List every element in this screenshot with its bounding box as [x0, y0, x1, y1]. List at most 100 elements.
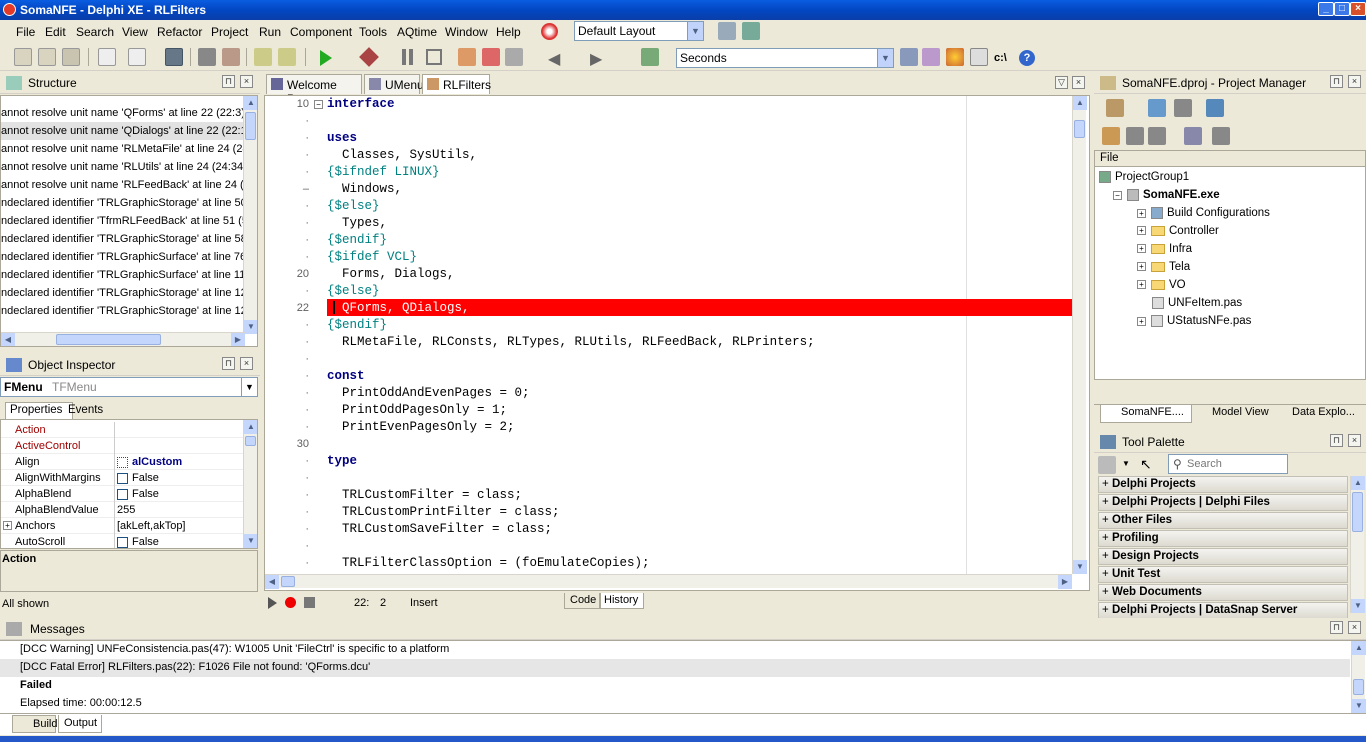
- set-debug-desktop-icon[interactable]: [742, 22, 760, 40]
- property-row[interactable]: AlphaBlend False: [1, 486, 245, 502]
- activate-icon[interactable]: [1106, 99, 1124, 117]
- property-value[interactable]: [akLeft,akTop]: [114, 518, 244, 534]
- code-line[interactable]: Classes, SysUtils,: [327, 147, 477, 164]
- structure-item[interactable]: annot resolve unit name 'RLMetaFile' at …: [1, 140, 245, 158]
- property-value[interactable]: [114, 438, 244, 454]
- project-tree-item[interactable]: ProjectGroup1: [1099, 171, 1189, 183]
- remove-icon[interactable]: [1174, 99, 1192, 117]
- new-icon[interactable]: [1148, 99, 1166, 117]
- structure-vscroll[interactable]: ▲ ▼: [243, 96, 257, 334]
- open-project-icon[interactable]: [128, 48, 146, 66]
- object-selector[interactable]: FMenu TFMenu ▼: [0, 377, 258, 397]
- palette-category[interactable]: Web Documents: [1098, 584, 1348, 601]
- menu-help[interactable]: Help: [496, 25, 521, 39]
- code-line[interactable]: TRLCustomSaveFilter = class;: [327, 521, 552, 538]
- project-tree-item[interactable]: − SomaNFE.exe: [1113, 189, 1220, 201]
- add-file-icon[interactable]: [254, 48, 272, 66]
- code-line[interactable]: TRLCustomPrintFilter = class;: [327, 504, 560, 521]
- code-line[interactable]: uses: [327, 130, 357, 147]
- project-tree-item[interactable]: + Build Configurations: [1137, 207, 1270, 219]
- tab-welcome-page[interactable]: Welcome Page: [266, 74, 362, 106]
- save-desktop-icon[interactable]: [718, 22, 736, 40]
- step-over-icon[interactable]: [482, 48, 500, 66]
- categories-icon[interactable]: [1098, 456, 1116, 474]
- code-line[interactable]: PrintOddPagesOnly = 1;: [327, 402, 507, 419]
- code-line[interactable]: Forms, Dialogs,: [327, 266, 455, 283]
- code-line[interactable]: {$ifndef LINUX}: [327, 164, 440, 181]
- view-icon[interactable]: [1206, 99, 1224, 117]
- expand-icon[interactable]: +: [1137, 244, 1146, 254]
- file-column-header[interactable]: File: [1095, 151, 1365, 167]
- menu-file[interactable]: File: [16, 25, 35, 39]
- structure-item[interactable]: ndeclared identifier 'TRLGraphicStorage'…: [1, 194, 245, 212]
- aqtime-results-icon[interactable]: [900, 48, 918, 66]
- property-row[interactable]: AutoScroll False: [1, 534, 245, 548]
- structure-item[interactable]: ndeclared identifier 'TRLGraphicSurface'…: [1, 248, 245, 266]
- close-panel-icon[interactable]: ×: [240, 357, 253, 370]
- code-line[interactable]: const: [327, 368, 365, 385]
- expand-icon[interactable]: +: [1137, 280, 1146, 290]
- expand-icon[interactable]: [1126, 127, 1144, 145]
- run-icon[interactable]: [320, 50, 332, 66]
- message-row[interactable]: Elapsed time: 00:00:12.5: [0, 695, 1350, 713]
- structure-hscroll[interactable]: ◀ ▶: [1, 332, 245, 346]
- palette-category[interactable]: Other Files: [1098, 512, 1348, 529]
- step-into-icon[interactable]: [458, 48, 476, 66]
- structure-item[interactable]: ndeclared identifier 'TRLGraphicSurface'…: [1, 266, 245, 284]
- expand-icon[interactable]: +: [1137, 226, 1146, 236]
- tab-project[interactable]: SomaNFE....: [1100, 405, 1192, 423]
- pin-icon[interactable]: ⊓: [1330, 621, 1343, 634]
- property-value[interactable]: [114, 422, 244, 438]
- structure-item[interactable]: annot resolve unit name 'RLFeedBack' at …: [1, 176, 245, 194]
- project-tree-item[interactable]: + UStatusNFe.pas: [1137, 315, 1251, 327]
- tab-properties[interactable]: Properties: [5, 402, 73, 419]
- structure-item[interactable]: ndeclared identifier 'TRLGraphicStorage'…: [1, 302, 245, 320]
- palette-category[interactable]: Delphi Projects: [1098, 476, 1348, 493]
- code-line[interactable]: QForms, QDialogs,: [327, 300, 470, 317]
- new-items-icon[interactable]: [14, 48, 32, 66]
- message-row[interactable]: [DCC Fatal Error] RLFilters.pas(22): F10…: [0, 659, 1350, 677]
- property-value[interactable]: 255: [114, 502, 244, 518]
- chevron-down-icon[interactable]: ▼: [877, 49, 893, 67]
- code-line[interactable]: PrintOddAndEvenPages = 0;: [327, 385, 530, 402]
- menu-refactor[interactable]: Refactor: [157, 25, 202, 39]
- code-line[interactable]: Windows,: [327, 181, 402, 198]
- toggle-form-icon[interactable]: [198, 48, 216, 66]
- collapse-icon[interactable]: [1148, 127, 1166, 145]
- save-icon[interactable]: [165, 48, 183, 66]
- property-value[interactable]: False: [114, 534, 244, 548]
- code-line[interactable]: Types,: [327, 215, 387, 232]
- property-row[interactable]: + Anchors [akLeft,akTop]: [1, 518, 245, 534]
- close-panel-icon[interactable]: ×: [240, 75, 253, 88]
- project-tree-item[interactable]: + Infra: [1137, 243, 1192, 255]
- help-icon[interactable]: ?: [1019, 50, 1035, 66]
- property-row[interactable]: AlphaBlendValue 255: [1, 502, 245, 518]
- code-line[interactable]: {$ifdef VCL}: [327, 249, 417, 266]
- project-tree-item[interactable]: + VO: [1137, 279, 1186, 291]
- menu-view[interactable]: View: [122, 25, 148, 39]
- collapse-icon[interactable]: −: [314, 100, 323, 109]
- structure-item[interactable]: ndeclared identifier 'TfrmRLFeedBack' at…: [1, 212, 245, 230]
- tab-events[interactable]: Events: [66, 403, 106, 419]
- close-panel-icon[interactable]: ×: [1348, 75, 1361, 88]
- structure-item[interactable]: annot resolve unit name 'QForms' at line…: [1, 104, 245, 122]
- property-row[interactable]: ActiveControl: [1, 438, 245, 454]
- expand-icon[interactable]: +: [3, 521, 12, 530]
- code-line[interactable]: TRLFilterClassOption = (foEmulateCopies)…: [327, 555, 650, 572]
- property-value[interactable]: alCustom: [114, 454, 244, 470]
- palette-search-input[interactable]: ⚲ Search: [1168, 454, 1288, 474]
- code-line[interactable]: {$endif}: [327, 317, 387, 334]
- code-line[interactable]: type: [327, 453, 357, 470]
- menu-window[interactable]: Window: [445, 25, 488, 39]
- collapse-icon[interactable]: −: [1113, 190, 1122, 200]
- project-tree-item[interactable]: UNFeItem.pas: [1137, 297, 1242, 309]
- pin-icon[interactable]: ⊓: [222, 75, 235, 88]
- property-row[interactable]: AlignWithMargins False: [1, 470, 245, 486]
- build-icon[interactable]: [1212, 127, 1230, 145]
- cmd-icon[interactable]: c:\: [994, 52, 1007, 64]
- open-icon[interactable]: [38, 48, 56, 66]
- play-macro-icon[interactable]: [268, 597, 277, 609]
- minimize-button[interactable]: _: [1318, 2, 1334, 16]
- pin-icon[interactable]: ⊓: [1330, 434, 1343, 447]
- code-line[interactable]: {$else}: [327, 283, 380, 300]
